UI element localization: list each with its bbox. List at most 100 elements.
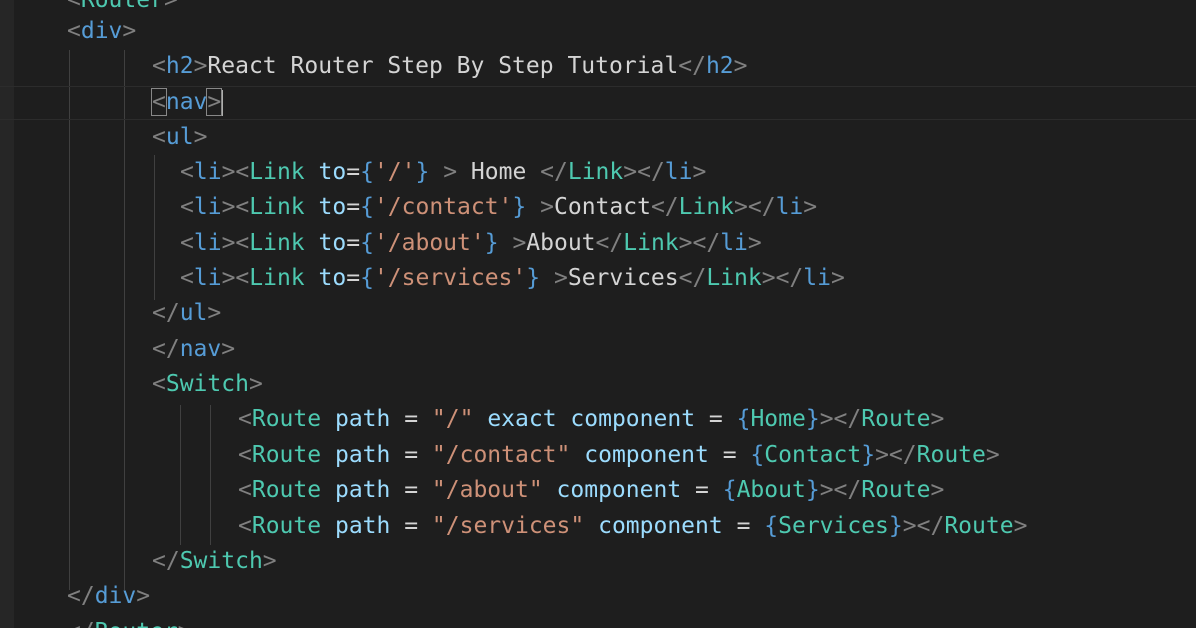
code-token-comp: Link	[678, 194, 735, 220]
code-token-brace: {	[360, 194, 374, 220]
code-token-str: "/about"	[431, 477, 543, 503]
code-token-comp: Home	[750, 406, 806, 432]
code-token-op: =	[681, 477, 723, 503]
line-route-home[interactable]: <Route path = "/" exact component = {Hom…	[238, 402, 944, 437]
code-token-punct: >	[248, 371, 263, 397]
code-token-punct: >	[803, 194, 818, 220]
code-token-txt: React Router Step By Step Tutorial	[207, 53, 679, 79]
code-token-brace: }	[512, 194, 527, 220]
code-token-punct: >	[553, 265, 568, 291]
code-token-tag: h2	[705, 53, 734, 79]
code-token-brace: {	[360, 159, 374, 185]
code-token-txt: About	[526, 230, 596, 256]
line-nav-open[interactable]: <nav>	[151, 85, 224, 120]
line-switch-open[interactable]: <Switch>	[152, 367, 263, 402]
indent-guide	[69, 50, 70, 590]
code-token-punct: >	[193, 53, 208, 79]
code-token-punct: </	[67, 583, 95, 609]
code-token-punct: >	[540, 194, 554, 220]
line-div-close[interactable]: </div>	[67, 579, 150, 614]
code-token-comp: Route	[251, 513, 322, 539]
code-token-punct: >	[692, 159, 707, 185]
code-token-tag: li	[193, 159, 222, 185]
code-token-tag: li	[193, 265, 222, 291]
code-token-tag: li	[193, 194, 222, 220]
code-token-op: =	[390, 442, 432, 468]
code-token-brace: }	[484, 230, 499, 256]
code-token-brace: }	[526, 265, 541, 291]
code-token-punct: >	[512, 230, 527, 256]
code-token-str: '/about'	[373, 230, 485, 256]
line-ul-open[interactable]: <ul>	[152, 120, 207, 155]
code-token-tag: li	[720, 230, 748, 256]
code-token-comp: Link	[706, 265, 762, 291]
code-token-punct: <	[180, 159, 194, 185]
line-h2[interactable]: <h2>React Router Step By Step Tutorial</…	[152, 49, 748, 84]
code-token-attr: to	[318, 194, 347, 220]
code-token-punct: ><	[221, 194, 250, 220]
code-token-op: =	[390, 477, 432, 503]
text-cursor	[221, 89, 224, 116]
code-token-punct: >	[985, 442, 1000, 468]
code-token-punct: </	[540, 159, 568, 185]
line-router-close[interactable]: </Router>	[67, 615, 192, 628]
code-token-punct: >	[443, 159, 458, 185]
code-token-punct: ></	[678, 230, 721, 256]
code-token-punct: ></	[875, 442, 917, 468]
code-token-attr: path	[334, 477, 391, 503]
line-div-open[interactable]: <div>	[67, 14, 136, 49]
code-token-str: '/'	[373, 159, 416, 185]
code-token-op: =	[695, 406, 737, 432]
code-token-punct: <	[67, 18, 81, 44]
code-token-punct: >	[178, 619, 192, 628]
code-token-op: =	[346, 159, 361, 185]
line-li-home[interactable]: <li><Link to={'/'} > Home </Link></li>	[180, 155, 706, 190]
code-token-brace: }	[415, 159, 430, 185]
code-token-punct: >	[136, 583, 151, 609]
code-editor[interactable]: <Router> <div> <h2>React Router Step By St…	[0, 0, 1196, 628]
code-token-punct: ></	[623, 159, 665, 185]
line-li-contact[interactable]: <li><Link to={'/contact'} >Contact</Link…	[180, 190, 817, 225]
code-token-op: =	[708, 442, 751, 468]
code-token-punct: >	[163, 0, 178, 13]
code-token-attr: exact	[487, 406, 557, 432]
line-li-about[interactable]: <li><Link to={'/about'} >About</Link></l…	[180, 226, 762, 261]
code-token-punct: ></	[761, 265, 804, 291]
code-token-punct: ><	[221, 230, 250, 256]
line-route-services[interactable]: <Route path = "/services" component = {S…	[238, 509, 1027, 544]
code-token-comp: Router	[95, 619, 178, 628]
code-token-punct: <	[151, 88, 167, 116]
line-li-services[interactable]: <li><Link to={'/services'} >Services</Li…	[180, 261, 845, 296]
code-token-op: =	[346, 194, 361, 220]
code-token-tag: div	[94, 583, 137, 609]
code-token-op: =	[390, 406, 432, 432]
code-token-punct: <	[238, 477, 252, 503]
code-token-attr: component	[556, 477, 682, 503]
line-ul-close[interactable]: </ul>	[152, 296, 221, 331]
code-token-brace: }	[861, 442, 876, 468]
line-switch-close[interactable]: </Switch>	[152, 544, 277, 579]
code-token-comp: Route	[944, 513, 1014, 539]
line-nav-close[interactable]: </nav>	[152, 332, 235, 367]
code-token-comp: Link	[567, 159, 624, 185]
code-token-punct: </	[152, 336, 180, 362]
code-token-comp: About	[736, 477, 806, 503]
code-token-punct: </	[595, 230, 624, 256]
code-token-punct: >	[122, 18, 137, 44]
line-route-about[interactable]: <Route path = "/about" component = {Abou…	[238, 473, 944, 508]
code-token-comp: Route	[916, 442, 986, 468]
code-token-punct: ></	[819, 477, 862, 503]
code-token-attr: path	[334, 406, 391, 432]
line-route-contact[interactable]: <Route path = "/contact" component = {Co…	[238, 438, 1000, 473]
code-token-punct: >	[930, 477, 945, 503]
code-token-attr: component	[584, 442, 709, 468]
code-token-punct: >	[1013, 513, 1028, 539]
